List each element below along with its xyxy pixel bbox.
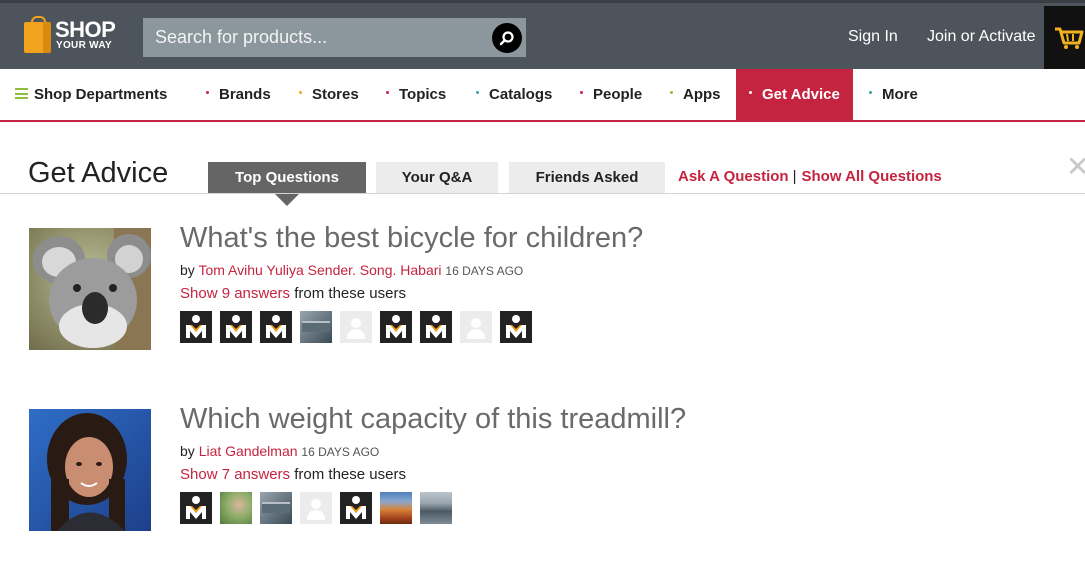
- nav-item-more[interactable]: More: [869, 69, 918, 120]
- nav-item-label: Catalogs: [489, 86, 553, 103]
- join-link[interactable]: Join or Activate: [927, 28, 1036, 46]
- shop-departments-label: Shop Departments: [34, 86, 168, 103]
- nav-item-label: Apps: [683, 86, 721, 103]
- user-avatar[interactable]: [220, 311, 252, 343]
- author-link[interactable]: Liat Gandelman: [199, 443, 298, 459]
- ask-question-link[interactable]: Ask A Question: [678, 168, 789, 185]
- answers-summary: Show 7 answers from these users: [180, 466, 406, 483]
- user-avatar[interactable]: [260, 311, 292, 343]
- shop-your-way-logo[interactable]: SHOP YOUR WAY: [24, 16, 124, 55]
- timestamp: 16 DAYS AGO: [301, 445, 380, 459]
- nav-dot-icon: [749, 90, 752, 94]
- search-icon: [499, 31, 514, 46]
- tabs-divider: [0, 193, 1085, 194]
- user-avatar[interactable]: [460, 311, 492, 343]
- nav-dot-icon: [206, 90, 209, 94]
- by-label: by: [180, 443, 195, 459]
- page-title: Get Advice: [28, 157, 169, 189]
- search-button[interactable]: [492, 23, 522, 53]
- user-photo: [29, 409, 151, 531]
- nav-dot-icon: [869, 90, 872, 94]
- user-avatar[interactable]: [380, 492, 412, 524]
- tab-top-questions[interactable]: Top Questions: [208, 162, 366, 206]
- user-avatar[interactable]: [420, 492, 452, 524]
- question-byline: by Tom Avihu Yuliya Sender. Song. Habari…: [180, 262, 523, 278]
- question-byline: by Liat Gandelman 16 DAYS AGO: [180, 443, 379, 459]
- shopping-bag-icon: [24, 16, 51, 53]
- search-box: [143, 18, 526, 57]
- nav-dot-icon: [476, 90, 479, 94]
- hamburger-icon: [15, 88, 28, 99]
- logo-text-yourway: YOUR WAY: [56, 40, 112, 51]
- timestamp: 16 DAYS AGO: [445, 264, 524, 278]
- nav-item-label: Topics: [399, 86, 447, 103]
- by-label: by: [180, 262, 195, 278]
- nav-item-people[interactable]: People: [580, 69, 642, 120]
- nav-dot-icon: [386, 90, 389, 94]
- answers-summary: Show 9 answers from these users: [180, 285, 406, 302]
- nav-item-label: Get Advice: [762, 86, 840, 103]
- user-avatar[interactable]: [340, 311, 372, 343]
- nav-item-stores[interactable]: Stores: [299, 69, 359, 120]
- question-actions: Ask A Question | Show All Questions: [678, 168, 942, 185]
- cart-icon: [1055, 27, 1084, 49]
- nav-item-apps[interactable]: Apps: [670, 69, 721, 120]
- cart-button[interactable]: [1044, 6, 1085, 69]
- main-nav: Shop Departments Brands Stores Topics Catal…: [0, 69, 1085, 122]
- user-avatar[interactable]: [300, 311, 332, 343]
- author-link[interactable]: Tom Avihu Yuliya Sender. Song. Habari: [198, 262, 441, 278]
- nav-item-label: Stores: [312, 86, 359, 103]
- nav-dot-icon: [299, 90, 302, 94]
- koala-photo: [29, 228, 151, 350]
- nav-item-label: More: [882, 86, 918, 103]
- nav-item-topics[interactable]: Topics: [386, 69, 446, 120]
- show-answers-link[interactable]: Show 7 answers: [180, 466, 290, 483]
- user-avatar[interactable]: [380, 311, 412, 343]
- tab-friends-asked[interactable]: Friends Asked: [509, 162, 665, 194]
- answers-suffix: from these users: [294, 466, 406, 483]
- user-avatar[interactable]: [260, 492, 292, 524]
- top-strip: [0, 0, 1085, 3]
- show-all-questions-link[interactable]: Show All Questions: [801, 168, 941, 185]
- nav-dot-icon: [670, 90, 673, 94]
- user-avatar[interactable]: [300, 492, 332, 524]
- user-avatar[interactable]: [340, 492, 372, 524]
- user-avatar[interactable]: [500, 311, 532, 343]
- user-avatar[interactable]: [180, 311, 212, 343]
- show-answers-link[interactable]: Show 9 answers: [180, 285, 290, 302]
- nav-item-catalogs[interactable]: Catalogs: [476, 69, 552, 120]
- answers-suffix: from these users: [294, 285, 406, 302]
- user-avatar[interactable]: [220, 492, 252, 524]
- user-avatar[interactable]: [420, 311, 452, 343]
- search-input[interactable]: [143, 18, 483, 57]
- nav-item-brands[interactable]: Brands: [206, 69, 271, 120]
- logo-text-shop: SHOP: [55, 17, 116, 42]
- question-title[interactable]: Which weight capacity of this treadmill?: [180, 403, 686, 436]
- tab-your-qa[interactable]: Your Q&A: [376, 162, 498, 194]
- nav-dot-icon: [580, 90, 583, 94]
- nav-item-get-advice[interactable]: Get Advice: [736, 69, 853, 120]
- top-bar: SHOP YOUR WAY Sign In Join or Activate: [0, 0, 1085, 69]
- nav-item-label: People: [593, 86, 643, 103]
- close-icon[interactable]: ✕: [1066, 150, 1085, 183]
- sign-in-link[interactable]: Sign In: [848, 28, 898, 46]
- link-separator: |: [792, 168, 797, 185]
- user-avatar[interactable]: [180, 492, 212, 524]
- question-title[interactable]: What's the best bicycle for children?: [180, 222, 643, 255]
- nav-item-label: Brands: [219, 86, 271, 103]
